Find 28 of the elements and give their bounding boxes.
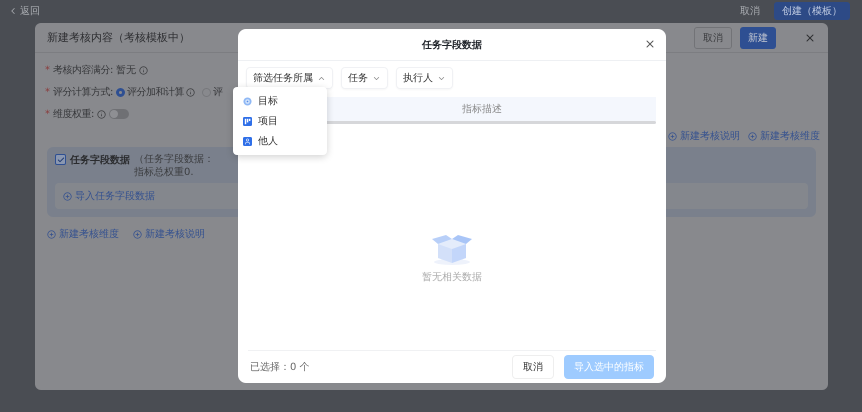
form-label: 维度权重: <box>53 108 94 121</box>
cancel-button[interactable]: 取消 <box>740 4 760 18</box>
column-header: 指标描述 <box>462 102 502 116</box>
required-mark: * <box>45 108 50 120</box>
section-note: （任务字段数据：指标总权重0. <box>134 153 215 179</box>
menu-item[interactable]: 他人 <box>233 131 327 151</box>
required-mark: * <box>45 86 50 98</box>
filter-dropdown[interactable]: 任务 <box>341 67 388 89</box>
panel-title: 新建考核内容（考核模板中） <box>47 30 190 45</box>
menu-item[interactable]: 目标 <box>233 91 327 111</box>
form-label: 评分计算方式: <box>53 86 113 99</box>
filter-dropdown[interactable]: 执行人 <box>396 67 453 89</box>
create-button[interactable]: 创建（模板） <box>774 2 850 20</box>
new-button[interactable]: 新建 <box>740 26 776 48</box>
cancel-button[interactable]: 取消 <box>694 26 732 48</box>
section-title: 任务字段数据 <box>70 153 130 167</box>
cancel-button[interactable]: 取消 <box>512 355 554 379</box>
form-label: 考核内容满分: <box>53 64 113 77</box>
back-link[interactable]: 返回 <box>8 4 40 18</box>
selection-count: 已选择：0 个 <box>250 360 310 374</box>
filter-dropdown[interactable]: 筛选任务所属 <box>246 67 333 89</box>
dialog-title: 任务字段数据 <box>422 38 482 52</box>
radio-label: 评 <box>212 86 222 99</box>
required-mark: * <box>45 64 50 76</box>
radio-label: 评分加和计算 <box>126 86 184 99</box>
empty-text: 暂无相关数据 <box>422 270 482 284</box>
field-value: 暂无 <box>116 64 136 77</box>
menu-item[interactable]: 项目 <box>233 111 327 131</box>
